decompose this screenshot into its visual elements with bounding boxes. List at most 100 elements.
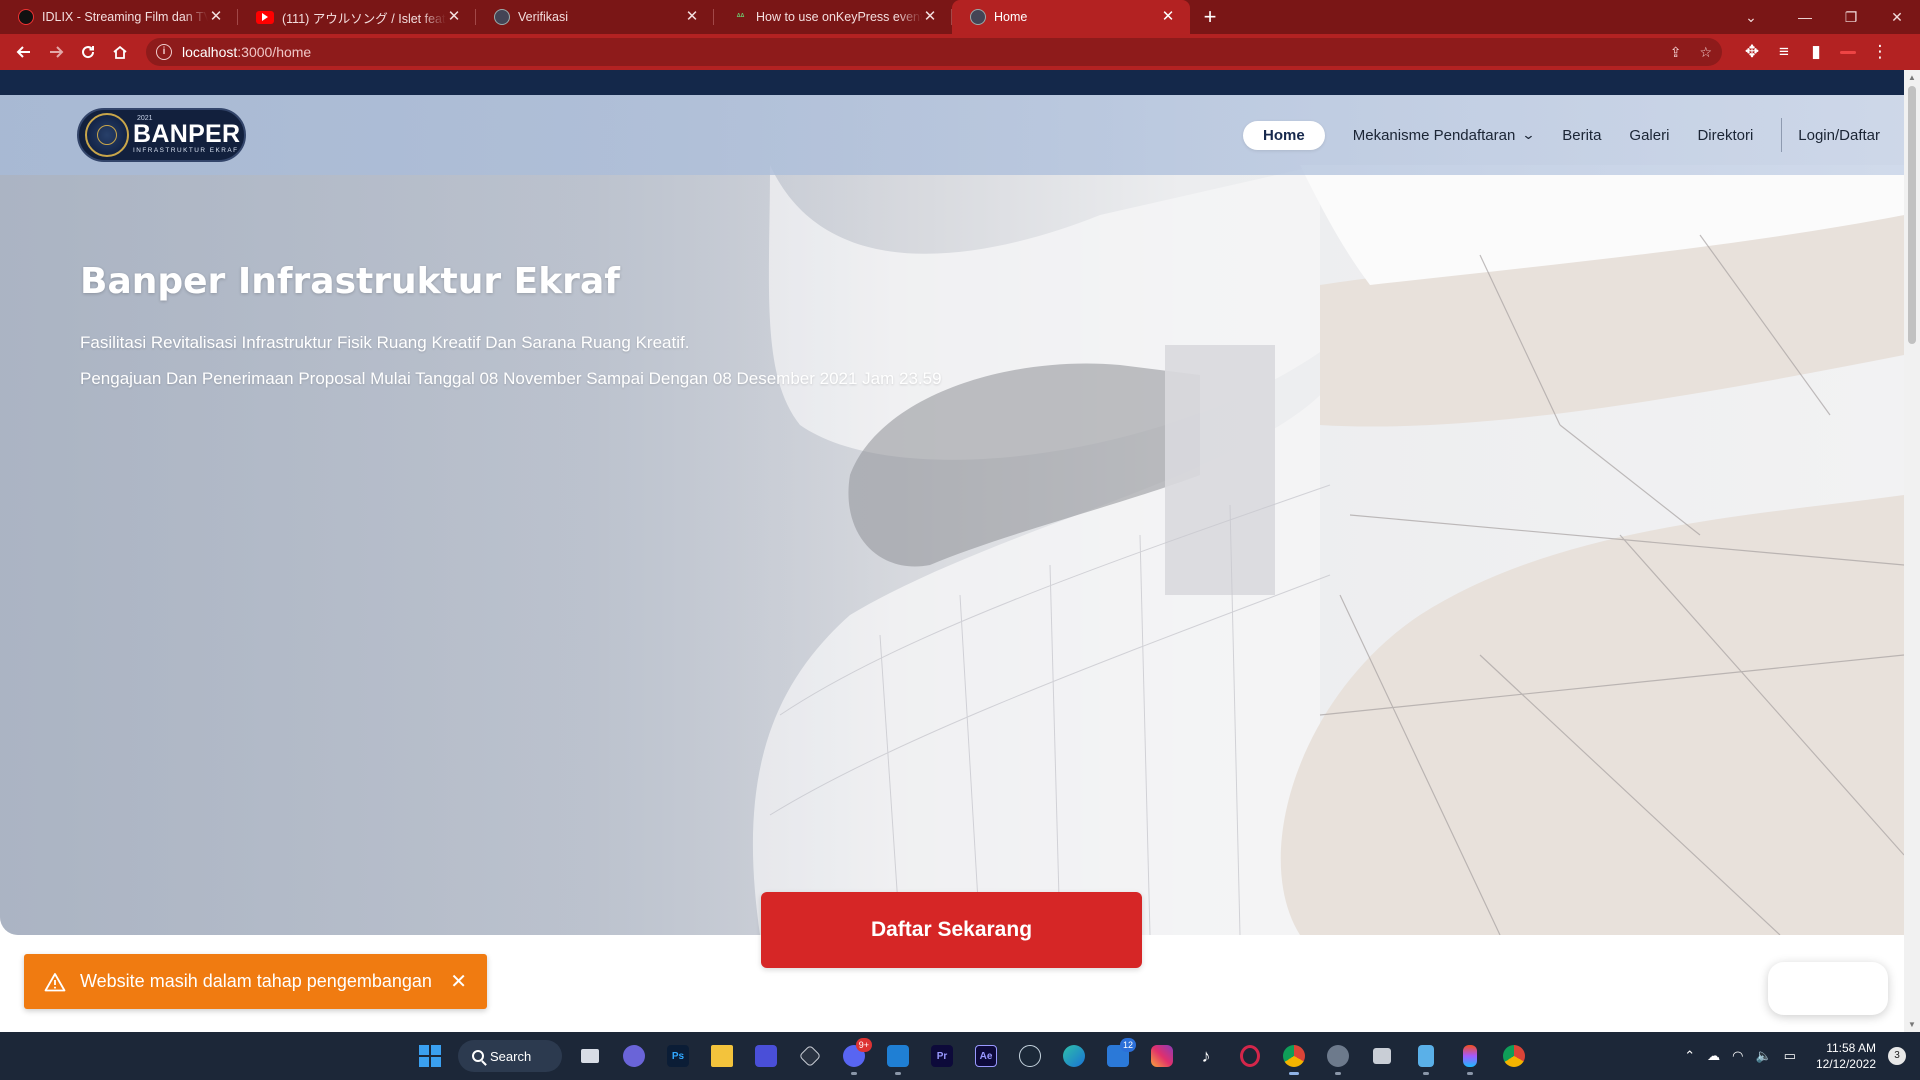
tab-youtube[interactable]: (111) アウルソング / Islet feat.IA - Y ✕	[238, 0, 476, 34]
forward-icon[interactable]	[40, 38, 72, 66]
clock[interactable]: 11:58 AM 12/12/2022	[1816, 1040, 1876, 1072]
floating-widget[interactable]	[1768, 962, 1888, 1015]
nav-berita[interactable]: Berita	[1562, 127, 1601, 144]
meet-button[interactable]	[612, 1036, 656, 1076]
address-bar[interactable]: i localhost:3000/home ⇪ ☆	[146, 38, 1722, 66]
discord-button[interactable]: 9+	[832, 1036, 876, 1076]
scrollbar-thumb[interactable]	[1908, 86, 1916, 344]
volume-icon[interactable]: 🔈	[1755, 1048, 1771, 1064]
start-button[interactable]	[408, 1036, 452, 1076]
media-queue-icon[interactable]: ≡	[1768, 38, 1800, 66]
tab-strip: IDLIX - Streaming Film dan TV Se ✕ (111)…	[0, 0, 1920, 34]
tab-title: How to use onKeyPress event in	[756, 10, 922, 24]
chrome-alt-button[interactable]	[1492, 1036, 1536, 1076]
onedrive-icon[interactable]: ☁	[1707, 1048, 1720, 1064]
chevron-up-icon[interactable]: ⌃	[1684, 1048, 1695, 1064]
new-tab-button[interactable]: +	[1190, 0, 1230, 34]
nav-galeri[interactable]: Galeri	[1629, 127, 1669, 144]
close-icon[interactable]: ✕	[450, 969, 467, 994]
banper-favicon-icon	[494, 9, 510, 25]
vertical-scrollbar[interactable]: ▲ ▼	[1904, 70, 1920, 1032]
clock-time: 11:58 AM	[1826, 1041, 1876, 1055]
chrome-icon	[1283, 1045, 1305, 1067]
window-controls: ⌄ — ❐ ✕	[1728, 0, 1920, 34]
side-panel-icon[interactable]: ▮	[1800, 38, 1832, 66]
banper-logo[interactable]: 2021 BANPER INFRASTRUKTUR EKRAF	[77, 108, 246, 162]
store-button[interactable]: 12	[1096, 1036, 1140, 1076]
warning-icon	[44, 972, 66, 991]
close-window-icon[interactable]: ✕	[1874, 9, 1920, 26]
nav-login-daftar[interactable]: Login/Daftar	[1798, 127, 1880, 144]
tab-search-icon[interactable]: ⌄	[1728, 9, 1774, 26]
battery-icon[interactable]: ▭	[1784, 1048, 1796, 1064]
profile-icon[interactable]	[1832, 38, 1864, 66]
discord-badge: 9+	[855, 1038, 872, 1052]
dev-warning-toast: Website masih dalam tahap pengembangan ✕	[24, 954, 487, 1009]
steam-icon	[1019, 1045, 1041, 1067]
tab-idlix[interactable]: IDLIX - Streaming Film dan TV Se ✕	[0, 0, 238, 34]
idlix-favicon-icon	[18, 9, 34, 25]
chevron-down-icon: ⌄	[1521, 127, 1536, 142]
taskbar-search[interactable]: Search	[458, 1040, 562, 1072]
top-strip	[0, 70, 1904, 95]
instagram-button[interactable]	[1140, 1036, 1184, 1076]
settings-button[interactable]	[1316, 1036, 1360, 1076]
notepad-button[interactable]	[1404, 1036, 1448, 1076]
restore-icon[interactable]: ❐	[1828, 9, 1874, 26]
emblem-icon	[85, 113, 129, 157]
back-icon[interactable]	[8, 38, 40, 66]
unity-button[interactable]	[788, 1036, 832, 1076]
tab-title: Verifikasi	[518, 10, 569, 24]
windows-taskbar: Search Ps 9+ Pr Ae 12 ♪ ⌃ ☁ ◠ 🔈 ▭ 11:58 …	[0, 1032, 1920, 1080]
nav-direktori[interactable]: Direktori	[1697, 127, 1753, 144]
close-tab-icon[interactable]: ✕	[922, 9, 938, 25]
devices-button[interactable]	[1360, 1036, 1404, 1076]
photoshop-button[interactable]: Ps	[656, 1036, 700, 1076]
chrome-button[interactable]	[1272, 1036, 1316, 1076]
scroll-up-icon[interactable]: ▲	[1904, 73, 1920, 82]
tab-title: IDLIX - Streaming Film dan TV Se	[42, 10, 208, 24]
daftar-sekarang-button[interactable]: Daftar Sekarang	[761, 892, 1142, 968]
extensions-icon[interactable]: ✥	[1736, 38, 1768, 66]
notification-badge[interactable]: 3	[1888, 1047, 1906, 1065]
affinity-button[interactable]	[744, 1036, 788, 1076]
logo-brand: BANPER	[133, 120, 241, 149]
music-button[interactable]: ♪	[1184, 1036, 1228, 1076]
banper-favicon-icon	[970, 9, 986, 25]
tab-home[interactable]: Home ✕	[952, 0, 1190, 34]
opera-button[interactable]	[1228, 1036, 1272, 1076]
scroll-down-icon[interactable]: ▼	[1904, 1020, 1920, 1029]
store-badge: 12	[1119, 1038, 1136, 1052]
url-text: localhost:3000/home	[182, 44, 312, 60]
wifi-icon[interactable]: ◠	[1732, 1048, 1743, 1064]
share-icon[interactable]: ⇪	[1670, 44, 1682, 61]
menu-icon[interactable]: ⋮	[1864, 38, 1896, 66]
after-effects-button[interactable]: Ae	[964, 1036, 1008, 1076]
instagram-icon	[1151, 1045, 1173, 1067]
close-tab-icon[interactable]: ✕	[446, 9, 462, 25]
close-tab-icon[interactable]: ✕	[208, 9, 224, 25]
home-icon[interactable]	[104, 38, 136, 66]
close-tab-icon[interactable]: ✕	[684, 9, 700, 25]
affinity-icon	[755, 1045, 777, 1067]
figma-button[interactable]	[1448, 1036, 1492, 1076]
steam-button[interactable]	[1008, 1036, 1052, 1076]
task-view-button[interactable]	[568, 1036, 612, 1076]
vscode-icon	[887, 1045, 909, 1067]
tab-stackoverflow[interactable]: ᐞᐞ How to use onKeyPress event in ✕	[714, 0, 952, 34]
vscode-button[interactable]	[876, 1036, 920, 1076]
minimize-icon[interactable]: —	[1782, 9, 1828, 25]
tab-verifikasi[interactable]: Verifikasi ✕	[476, 0, 714, 34]
nav-home[interactable]: Home	[1243, 120, 1325, 150]
logo-subtitle: INFRASTRUKTUR EKRAF	[133, 147, 239, 155]
premiere-button[interactable]: Pr	[920, 1036, 964, 1076]
reload-icon[interactable]	[72, 38, 104, 66]
file-explorer-button[interactable]	[700, 1036, 744, 1076]
site-info-icon[interactable]: i	[156, 44, 172, 60]
nav-mekanisme-pendaftaran[interactable]: Mekanisme Pendaftaran ⌄	[1352, 126, 1536, 144]
nav-mekanisme-label: Mekanisme Pendaftaran	[1352, 126, 1516, 144]
bookmark-star-icon[interactable]: ☆	[1699, 44, 1712, 61]
close-tab-icon[interactable]: ✕	[1160, 9, 1176, 25]
edge-button[interactable]	[1052, 1036, 1096, 1076]
figma-icon	[1463, 1045, 1477, 1067]
